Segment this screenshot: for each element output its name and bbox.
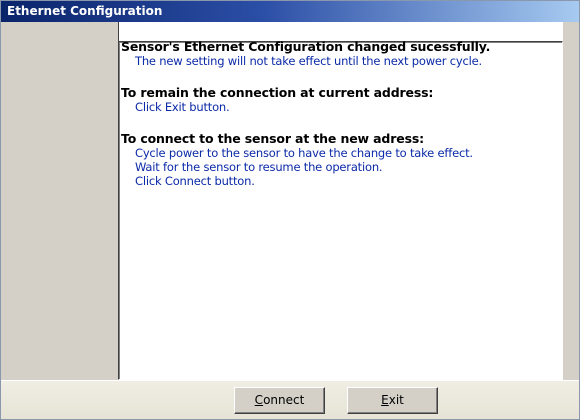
exit-accelerator: E <box>381 393 389 407</box>
ethernet-configuration-window: Ethernet Configuration Sensor's Ethernet… <box>0 0 580 420</box>
power-cycle-note: The new setting will not take effect unt… <box>135 54 482 68</box>
connect-step: Wait for the sensor to resume the operat… <box>135 160 383 174</box>
connect-step: Click Connect button. <box>135 174 255 188</box>
remain-heading: To remain the connection at current addr… <box>121 85 434 100</box>
exit-label: xit <box>388 393 404 407</box>
remain-step: Click Exit button. <box>135 100 230 114</box>
success-heading: Sensor's Ethernet Configuration changed … <box>121 39 491 54</box>
connect-button[interactable]: Connect <box>234 387 325 414</box>
connect-label: onnect <box>263 393 305 407</box>
left-panel <box>1 22 118 380</box>
exit-button[interactable]: Exit <box>347 387 438 414</box>
window-title[interactable]: Ethernet Configuration <box>1 1 579 22</box>
right-margin <box>563 22 579 380</box>
button-bar: Connect Exit <box>1 380 579 419</box>
connect-heading: To connect to the sensor at the new adre… <box>121 131 424 146</box>
connect-accelerator: C <box>254 393 264 407</box>
message-text: Sensor's Ethernet Configuration changed … <box>121 39 561 188</box>
connect-step: Cycle power to the sensor to have the ch… <box>135 146 473 160</box>
